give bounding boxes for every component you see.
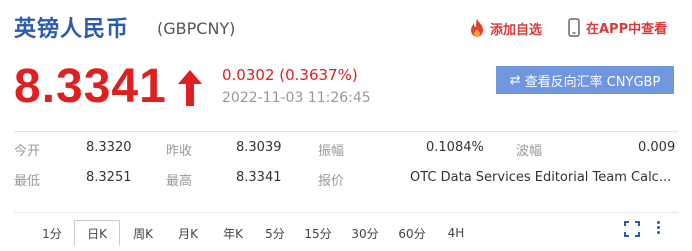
view-in-app-button[interactable]: 在APP中查看 (568, 18, 667, 37)
stat-label-prev-close: 昨收 (166, 144, 193, 159)
stat-value-open: 8.3320 (86, 140, 132, 155)
stats-row: 今开 8.3320 昨收 8.3039 振幅 0.1084% 波幅 0.009 (14, 132, 678, 162)
tab-monthly-k[interactable]: 月K (166, 220, 210, 246)
stats-table: 今开 8.3320 昨收 8.3039 振幅 0.1084% 波幅 0.009 … (14, 131, 678, 192)
stat-label-quote-source: 报价 (318, 174, 345, 189)
stat-label-open: 今开 (14, 144, 41, 159)
page-header: 英镑人民币 (GBPCNY) 添加自选 在APP中查看 (0, 0, 692, 58)
tab-4h[interactable]: 4H (438, 220, 474, 246)
stat-value-low: 8.3251 (86, 170, 132, 185)
current-price: 8.3341 (14, 60, 167, 113)
chart-period-tabs: 1分 日K 周K 月K 年K 5分 15分 30分 60分 4H (14, 212, 678, 246)
view-in-app-label: 在APP中查看 (586, 22, 668, 37)
tab-daily-k[interactable]: 日K (74, 220, 120, 246)
up-arrow-icon (178, 70, 202, 106)
tab-30min[interactable]: 30分 (343, 220, 387, 246)
more-options-icon[interactable] (655, 219, 661, 237)
page-title: 英镑人民币 (14, 17, 130, 42)
stat-value-high: 8.3341 (236, 170, 282, 185)
tab-5min[interactable]: 5分 (257, 220, 293, 246)
phone-icon (568, 18, 580, 37)
reverse-rate-button[interactable]: ⇄ 查看反向汇率 CNYGBP (496, 66, 674, 94)
fullscreen-icon[interactable] (624, 221, 640, 237)
stat-value-amplitude: 0.1084% (426, 140, 484, 155)
reverse-rate-label: 查看反向汇率 CNYGBP (524, 74, 661, 90)
fire-icon (471, 19, 483, 37)
price-change: 0.0302 (0.3637%) (222, 66, 358, 84)
swap-icon: ⇄ (509, 72, 521, 88)
stat-value-volatility: 0.009 (638, 140, 676, 155)
tab-weekly-k[interactable]: 周K (122, 220, 164, 246)
stats-row: 最低 8.3251 最高 8.3341 报价 OTC Data Services… (14, 162, 678, 192)
stat-label-low: 最低 (14, 174, 41, 189)
tab-60min[interactable]: 60分 (390, 220, 434, 246)
stat-value-quote-source: OTC Data Services Editorial Team Calc... (410, 170, 672, 185)
currency-code: (GBPCNY) (157, 19, 236, 38)
add-favorite-label: 添加自选 (490, 22, 543, 38)
tab-15min[interactable]: 15分 (297, 220, 339, 246)
stat-label-high: 最高 (166, 174, 193, 189)
tab-1min[interactable]: 1分 (32, 220, 72, 246)
tab-yearly-k[interactable]: 年K (212, 220, 254, 246)
quote-timestamp: 2022-11-03 11:26:45 (222, 90, 371, 106)
add-favorite-button[interactable]: 添加自选 (468, 18, 542, 38)
stat-label-volatility: 波幅 (516, 144, 543, 159)
stat-label-amplitude: 振幅 (318, 144, 345, 159)
stat-value-prev-close: 8.3039 (236, 140, 282, 155)
